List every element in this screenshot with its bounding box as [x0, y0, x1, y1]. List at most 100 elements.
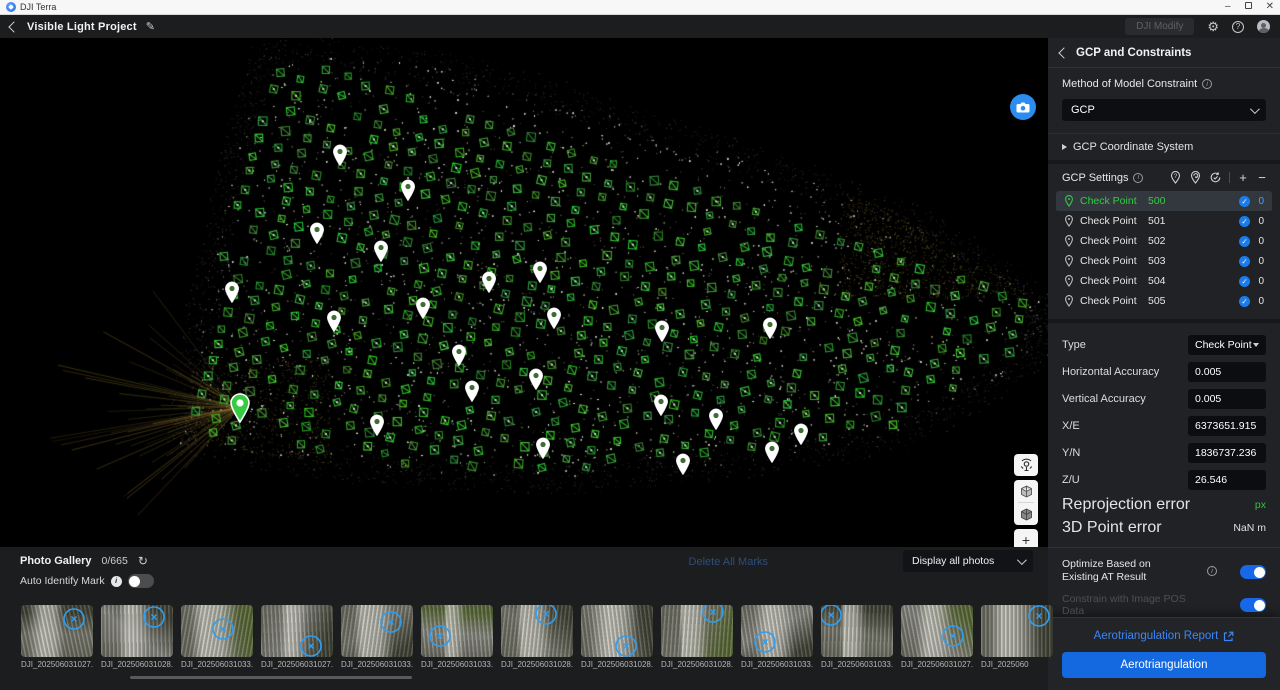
- gcp-pin-selected[interactable]: [228, 393, 252, 423]
- gcp-pin[interactable]: [707, 408, 725, 431]
- coordinate-system-row[interactable]: GCP Coordinate System: [1048, 133, 1280, 160]
- method-select[interactable]: GCP: [1062, 99, 1266, 121]
- optimize-info-icon[interactable]: i: [1207, 566, 1217, 576]
- delete-all-marks-button[interactable]: Delete All Marks: [689, 556, 768, 568]
- dji-modify-button[interactable]: DJI Modify: [1125, 18, 1194, 35]
- photo-thumbnail[interactable]: DJI_202506031027...: [21, 605, 93, 669]
- photo-thumbnail[interactable]: DJI_202506031033...: [741, 605, 813, 669]
- photo-thumbnail[interactable]: DJI_202506031027...: [901, 605, 973, 669]
- back-icon[interactable]: [8, 21, 19, 32]
- gcp-pin[interactable]: [545, 307, 563, 330]
- gcp-pin[interactable]: [652, 394, 670, 417]
- photo-thumbnail[interactable]: DJI_202506031033...: [181, 605, 253, 669]
- thumbnail-image[interactable]: [981, 605, 1053, 657]
- photo-thumbnail[interactable]: DJI_2025060: [981, 605, 1053, 669]
- photo-thumbnail[interactable]: DJI_202506031033...: [821, 605, 893, 669]
- gcp-list-item[interactable]: Check Point502 ✓ 0: [1056, 231, 1272, 251]
- thumbnail-image[interactable]: [581, 605, 653, 657]
- point-cloud-view-button[interactable]: [1014, 480, 1038, 502]
- gcp-pin[interactable]: [674, 453, 692, 476]
- gcp-list-item[interactable]: Check Point500 ✓ 0: [1056, 191, 1272, 211]
- thumbnail-image[interactable]: [421, 605, 493, 657]
- gcp-pin[interactable]: [653, 320, 671, 343]
- panel-back-icon[interactable]: [1058, 47, 1069, 58]
- thumbnail-image[interactable]: [261, 605, 333, 657]
- zu-input[interactable]: 26.546: [1188, 470, 1266, 490]
- gcp-pin[interactable]: [480, 271, 498, 294]
- photo-thumbnail[interactable]: DJI_202506031028...: [101, 605, 173, 669]
- thumbnail-image[interactable]: [821, 605, 893, 657]
- gcp-list-item[interactable]: Check Point507 ✓ 0: [1056, 311, 1272, 315]
- close-button[interactable]: ✕: [1266, 2, 1274, 12]
- xe-input[interactable]: 6373651.915: [1188, 416, 1266, 436]
- zoom-in-button[interactable]: +: [1014, 529, 1038, 547]
- photo-thumbnail[interactable]: DJI_202506031028...: [501, 605, 573, 669]
- gcp-pin[interactable]: [531, 261, 549, 284]
- photo-thumbnail[interactable]: DJI_202506031033...: [421, 605, 493, 669]
- gcp-list-item[interactable]: Check Point504 ✓ 0: [1056, 271, 1272, 291]
- checked-badge: ✓: [1239, 296, 1250, 307]
- orbit-gimbal-button[interactable]: [1014, 454, 1038, 476]
- vertical-accuracy-input[interactable]: 0.005: [1188, 389, 1266, 409]
- add-gcp-button[interactable]: +: [1237, 172, 1249, 184]
- gcp-pin[interactable]: [325, 310, 343, 333]
- maximize-button[interactable]: [1245, 2, 1252, 12]
- gcp-pin[interactable]: [792, 423, 810, 446]
- method-info-icon[interactable]: i: [1202, 79, 1212, 89]
- thumbnail-image[interactable]: [101, 605, 173, 657]
- auto-identify-info-icon[interactable]: i: [111, 576, 122, 587]
- gcp-pin[interactable]: [331, 144, 349, 167]
- yn-input[interactable]: 1836737.236: [1188, 443, 1266, 463]
- optimize-toggle[interactable]: [1240, 565, 1266, 579]
- gcp-pin[interactable]: [372, 240, 390, 263]
- point-error-label: 3D Point error: [1062, 519, 1162, 537]
- gcp-pin[interactable]: [414, 297, 432, 320]
- thumbnail-image[interactable]: [501, 605, 573, 657]
- remove-gcp-button[interactable]: −: [1256, 172, 1268, 184]
- gcp-pin[interactable]: [527, 368, 545, 391]
- point-cloud-viewport[interactable]: + −: [0, 38, 1048, 547]
- horizontal-accuracy-input[interactable]: 0.005: [1188, 362, 1266, 382]
- refresh-icon[interactable]: ↻: [138, 554, 148, 568]
- gcp-pin[interactable]: [763, 441, 781, 464]
- help-icon[interactable]: ?: [1232, 21, 1244, 33]
- photo-thumbnail[interactable]: DJI_202506031027...: [261, 605, 333, 669]
- gcp-pin[interactable]: [368, 414, 386, 437]
- gcp-pin[interactable]: [534, 437, 552, 460]
- user-avatar[interactable]: [1257, 20, 1270, 33]
- display-filter-select[interactable]: Display all photos: [903, 550, 1033, 572]
- gcp-pin[interactable]: [223, 281, 241, 304]
- gallery-scrollbar[interactable]: [130, 676, 412, 679]
- thumbnail-image[interactable]: [661, 605, 733, 657]
- thumbnail-image[interactable]: [21, 605, 93, 657]
- gcp-settings-info-icon[interactable]: i: [1133, 173, 1143, 183]
- gcp-pin[interactable]: [450, 344, 468, 367]
- gcp-list-item[interactable]: Check Point501 ✓ 0: [1056, 211, 1272, 231]
- constrain-toggle[interactable]: [1240, 598, 1266, 612]
- edit-project-name-icon[interactable]: ✎: [146, 20, 155, 33]
- thumbnail-image[interactable]: [901, 605, 973, 657]
- photo-thumbnail[interactable]: DJI_202506031033...: [341, 605, 413, 669]
- gcp-list-item[interactable]: Check Point503 ✓ 0: [1056, 251, 1272, 271]
- photo-thumbnail[interactable]: DJI_202506031028...: [661, 605, 733, 669]
- gcp-pin[interactable]: [463, 380, 481, 403]
- camera-view-button[interactable]: [1010, 94, 1036, 120]
- minimize-button[interactable]: –: [1225, 2, 1231, 12]
- auto-identify-toggle[interactable]: [128, 574, 154, 588]
- export-gcp-icon[interactable]: [1189, 171, 1202, 184]
- settings-gear-icon[interactable]: ⚙: [1207, 20, 1219, 33]
- thumbnail-image[interactable]: [341, 605, 413, 657]
- thumbnail-image[interactable]: [741, 605, 813, 657]
- gcp-pin[interactable]: [761, 317, 779, 340]
- type-select[interactable]: Check Point: [1188, 335, 1266, 355]
- thumbnail-image[interactable]: [181, 605, 253, 657]
- reset-gcp-icon[interactable]: [1209, 171, 1222, 184]
- mesh-view-button[interactable]: [1014, 503, 1038, 525]
- aerotriangulation-report-link[interactable]: Aerotriangulation Report: [1062, 626, 1266, 652]
- gcp-list-item[interactable]: Check Point505 ✓ 0: [1056, 291, 1272, 311]
- import-gcp-icon[interactable]: ?: [1169, 171, 1182, 184]
- aerotriangulation-button[interactable]: Aerotriangulation: [1062, 652, 1266, 678]
- gcp-pin[interactable]: [308, 222, 326, 245]
- photo-thumbnail[interactable]: DJI_202506031028...: [581, 605, 653, 669]
- gcp-pin[interactable]: [399, 179, 417, 202]
